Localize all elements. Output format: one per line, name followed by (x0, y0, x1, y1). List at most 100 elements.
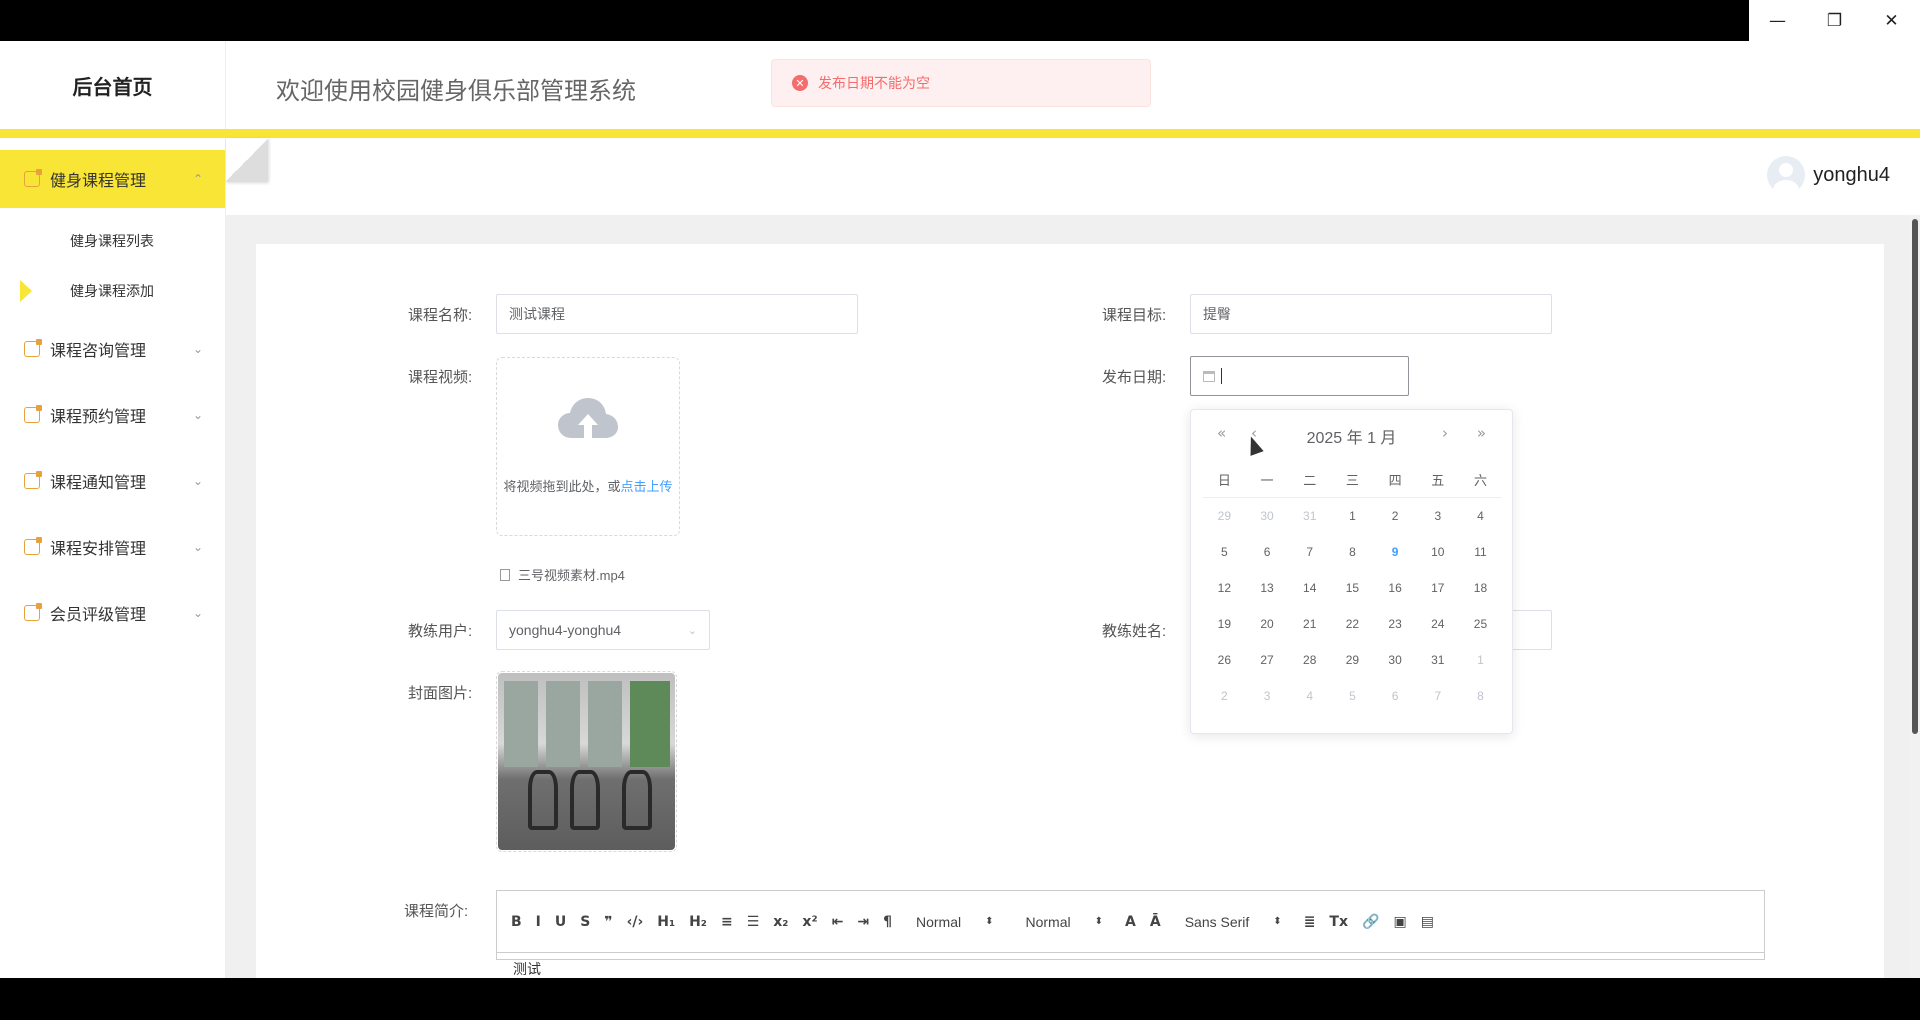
ordered-list-icon[interactable]: ≡ (721, 914, 733, 930)
date-cell[interactable]: 19 (1203, 617, 1246, 631)
date-cell[interactable]: 1 (1331, 509, 1374, 523)
next-month-icon[interactable]: › (1442, 424, 1448, 442)
date-cell[interactable]: 6 (1374, 689, 1417, 703)
date-cell[interactable]: 25 (1459, 617, 1502, 631)
restore-button[interactable]: ❐ (1806, 0, 1863, 41)
submenu-course-list[interactable]: 健身课程列表 (0, 216, 225, 266)
date-cell[interactable]: 6 (1246, 545, 1289, 559)
collapse-corner[interactable] (226, 138, 268, 182)
indent-icon[interactable]: ⇥ (857, 914, 869, 930)
click-upload-link[interactable]: 点击上传 (621, 479, 673, 494)
date-cell[interactable]: 22 (1331, 617, 1374, 631)
date-cell[interactable]: 27 (1246, 653, 1289, 667)
superscript-icon[interactable]: x² (802, 914, 817, 930)
date-cell[interactable]: 2 (1203, 689, 1246, 703)
video-icon[interactable]: ▤ (1421, 914, 1434, 930)
scrollbar-thumb[interactable] (1912, 219, 1918, 734)
date-cell[interactable]: 8 (1331, 545, 1374, 559)
date-cell[interactable]: 8 (1459, 689, 1502, 703)
subscript-icon[interactable]: x₂ (773, 914, 788, 930)
course-name-input[interactable]: 测试课程 (496, 294, 858, 334)
font-color-icon[interactable]: A (1125, 914, 1136, 930)
date-cell[interactable]: 21 (1288, 617, 1331, 631)
weekday-label: 四 (1388, 473, 1402, 488)
header-select[interactable]: Normal ⬍ (1026, 914, 1104, 930)
date-cell[interactable]: 28 (1288, 653, 1331, 667)
font-select[interactable]: Sans Serif ⬍ (1185, 914, 1282, 930)
cover-image-upload[interactable] (496, 671, 677, 852)
bullet-list-icon[interactable]: ☰ (747, 914, 760, 930)
bold-icon[interactable]: B (511, 914, 522, 930)
date-cell[interactable]: 20 (1246, 617, 1289, 631)
size-select[interactable]: Normal ⬍ (916, 914, 994, 930)
date-cell[interactable]: 15 (1331, 581, 1374, 595)
date-cell[interactable]: 29 (1203, 509, 1246, 523)
link-icon[interactable]: 🔗 (1362, 914, 1379, 930)
code-icon[interactable]: ‹/› (627, 914, 644, 930)
date-cell[interactable]: 30 (1246, 509, 1289, 523)
date-cell[interactable]: 31 (1288, 509, 1331, 523)
date-cell[interactable]: 5 (1331, 689, 1374, 703)
blockquote-icon[interactable]: ❞ (604, 914, 612, 930)
date-cell[interactable]: 11 (1459, 545, 1502, 559)
menu-fitness-course[interactable]: 健身课程管理 ⌃ (0, 150, 225, 208)
publish-date-label: 发布日期: (1102, 369, 1167, 386)
uploaded-file[interactable]: 三号视频素材.mp4 (500, 565, 625, 584)
menu-course-booking[interactable]: 课程预约管理 ⌄ (0, 382, 225, 448)
header-select-value: Normal (1025, 913, 1071, 930)
rich-text-editor[interactable]: B I U S ❞ ‹/› H₁ H₂ ≡ ☰ x₂ x² ⇤ ⇥ ¶ Normal ⬍ Normal ⬍ A Ā San… (496, 890, 1765, 977)
menu-member-rating[interactable]: 会员评级管理 ⌄ (0, 580, 225, 646)
publish-date-input[interactable] (1190, 356, 1409, 396)
date-cell[interactable]: 3 (1246, 689, 1289, 703)
home-link[interactable]: 后台首页 (0, 41, 226, 129)
clean-icon[interactable]: Tx (1329, 914, 1348, 930)
menu-course-schedule[interactable]: 课程安排管理 ⌄ (0, 514, 225, 580)
date-cell[interactable]: 18 (1459, 581, 1502, 595)
background-color-icon[interactable]: Ā (1150, 914, 1161, 930)
image-icon[interactable]: ▣ (1393, 914, 1406, 930)
menu-course-consult[interactable]: 课程咨询管理 ⌄ (0, 316, 225, 382)
menu-edit-icon (24, 339, 42, 357)
date-cell[interactable]: 7 (1416, 689, 1459, 703)
date-cell[interactable]: 16 (1374, 581, 1417, 595)
align-icon[interactable]: ≣ (1304, 914, 1316, 930)
date-cell[interactable]: 7 (1288, 545, 1331, 559)
h1-icon[interactable]: H₁ (657, 914, 675, 930)
date-cell-today[interactable]: 9 (1374, 545, 1417, 559)
date-cell[interactable]: 12 (1203, 581, 1246, 595)
date-cell[interactable]: 14 (1288, 581, 1331, 595)
strike-icon[interactable]: S (580, 914, 590, 930)
date-cell[interactable]: 31 (1416, 653, 1459, 667)
date-cell[interactable]: 17 (1416, 581, 1459, 595)
video-upload-dropzone[interactable]: 将视频拖到此处，或点击上传 (496, 357, 680, 536)
next-year-icon[interactable]: » (1477, 424, 1486, 442)
date-cell[interactable]: 24 (1416, 617, 1459, 631)
coach-user-select[interactable]: yonghu4-yonghu4 ⌄ (496, 610, 710, 650)
date-cell[interactable]: 30 (1374, 653, 1417, 667)
menu-course-notice[interactable]: 课程通知管理 ⌄ (0, 448, 225, 514)
date-cell[interactable]: 26 (1203, 653, 1246, 667)
italic-icon[interactable]: I (536, 914, 541, 930)
user-menu[interactable]: yonghu4 (1767, 156, 1890, 194)
direction-icon[interactable]: ¶ (883, 914, 892, 930)
date-cell[interactable]: 13 (1246, 581, 1289, 595)
underline-icon[interactable]: U (555, 914, 566, 930)
outdent-icon[interactable]: ⇤ (832, 914, 844, 930)
h2-icon[interactable]: H₂ (689, 914, 707, 930)
date-cell[interactable]: 1 (1459, 653, 1502, 667)
scrollbar[interactable] (1910, 215, 1920, 978)
date-cell[interactable]: 5 (1203, 545, 1246, 559)
course-goal-input[interactable]: 提臀 (1190, 294, 1552, 334)
date-cell[interactable]: 10 (1416, 545, 1459, 559)
submenu-course-add[interactable]: 健身课程添加 (0, 266, 225, 316)
date-cell[interactable]: 4 (1288, 689, 1331, 703)
date-cell[interactable]: 3 (1416, 509, 1459, 523)
date-cell[interactable]: 23 (1374, 617, 1417, 631)
date-cell[interactable]: 2 (1374, 509, 1417, 523)
close-button[interactable]: ✕ (1863, 0, 1920, 41)
minimize-button[interactable]: — (1749, 0, 1806, 41)
editor-content[interactable]: 测试 (513, 959, 541, 979)
date-cell[interactable]: 29 (1331, 653, 1374, 667)
coach-name-label: 教练姓名: (1102, 623, 1167, 640)
date-cell[interactable]: 4 (1459, 509, 1502, 523)
